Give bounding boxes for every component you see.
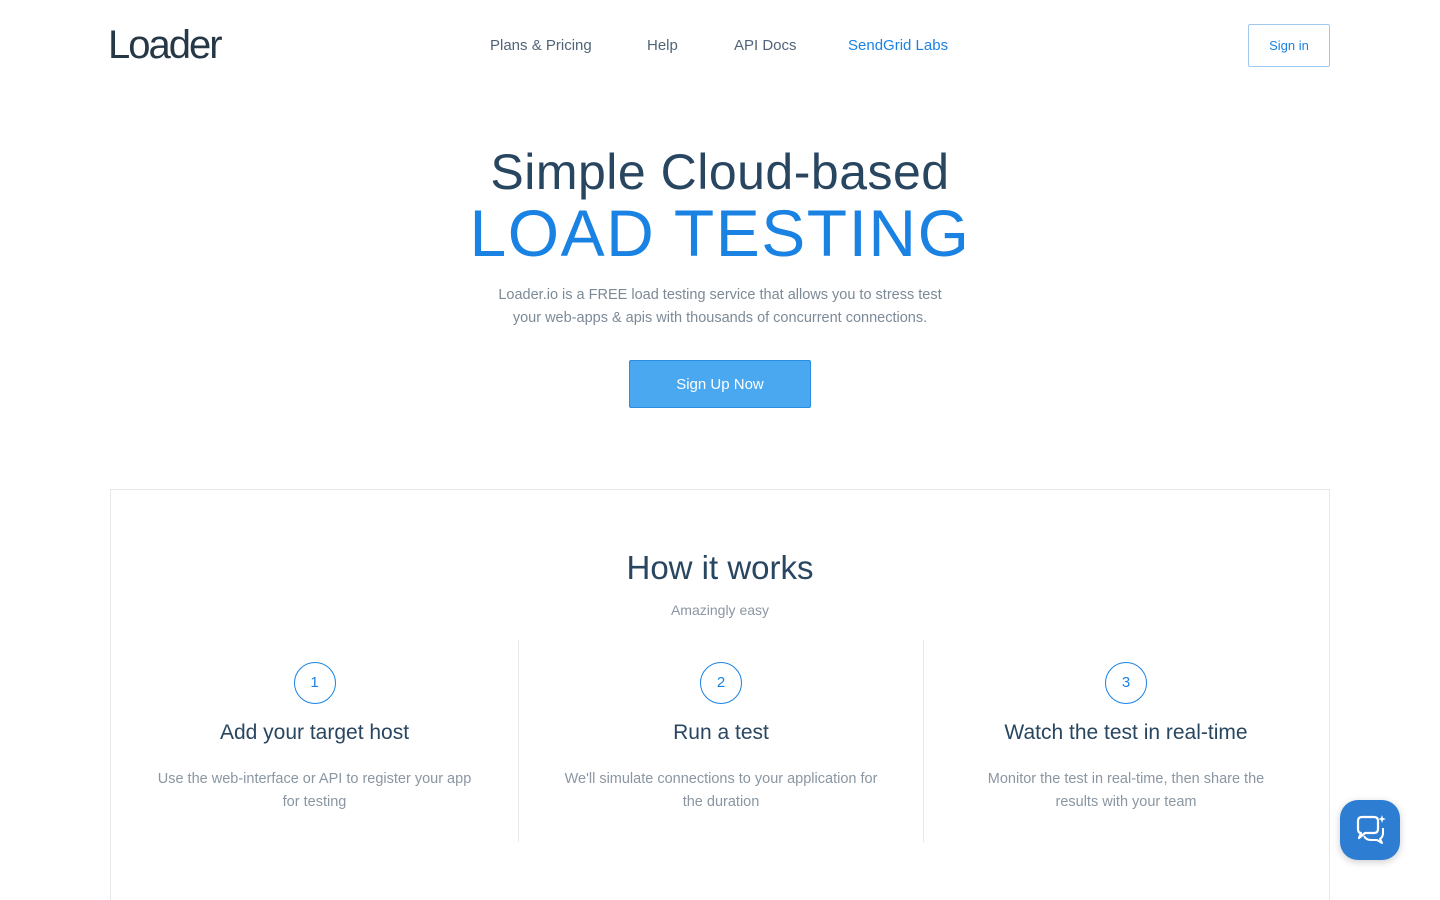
nav-sendgrid-labs[interactable]: SendGrid Labs [848,34,948,58]
how-it-works-subtitle: Amazingly easy [670,602,770,618]
step-number-badge: 2 [700,662,742,704]
step-run-test: 2 Run a test We'll simulate connections … [518,640,923,842]
step-watch-real-time: 3 Watch the test in real-time Monitor th… [923,640,1328,842]
header: Loader Plans & Pricing Help API Docs Sen… [0,0,1440,92]
chat-widget-button[interactable] [1340,800,1400,860]
main-nav: Plans & Pricing Help API Docs SendGrid L… [0,34,1440,58]
step-title: Watch the test in real-time [1004,721,1248,744]
how-it-works-panel: How it works Amazingly easy 1 Add your t… [110,489,1330,900]
step-number-badge: 1 [293,662,336,704]
hero-subtitle: LOAD TESTING [469,196,971,270]
step-add-target-host: 1 Add your target host Use the web-inter… [112,640,517,842]
sign-up-button[interactable]: Sign Up Now [629,360,811,408]
nav-plans-pricing[interactable]: Plans & Pricing [490,34,592,58]
how-it-works-title: How it works [626,549,814,586]
step-description: Monitor the test in real-time, then shar… [987,771,1265,810]
step-title: Run a test [673,721,769,744]
step-number-badge: 3 [1105,662,1147,704]
step-description: We'll simulate connections to your appli… [564,771,878,810]
chat-bubble-icon [1356,815,1386,844]
hero-description: Loader.io is a FREE load testing service… [498,287,942,326]
sign-in-button[interactable]: Sign in [1248,24,1330,67]
nav-help[interactable]: Help [647,34,678,58]
step-title: Add your target host [219,721,410,744]
hero-title: Simple Cloud-based [490,144,950,200]
hero: Simple Cloud-based LOAD TESTING Loader.i… [0,140,1440,408]
nav-api-docs[interactable]: API Docs [734,34,797,58]
step-description: Use the web-interface or API to register… [157,771,472,810]
